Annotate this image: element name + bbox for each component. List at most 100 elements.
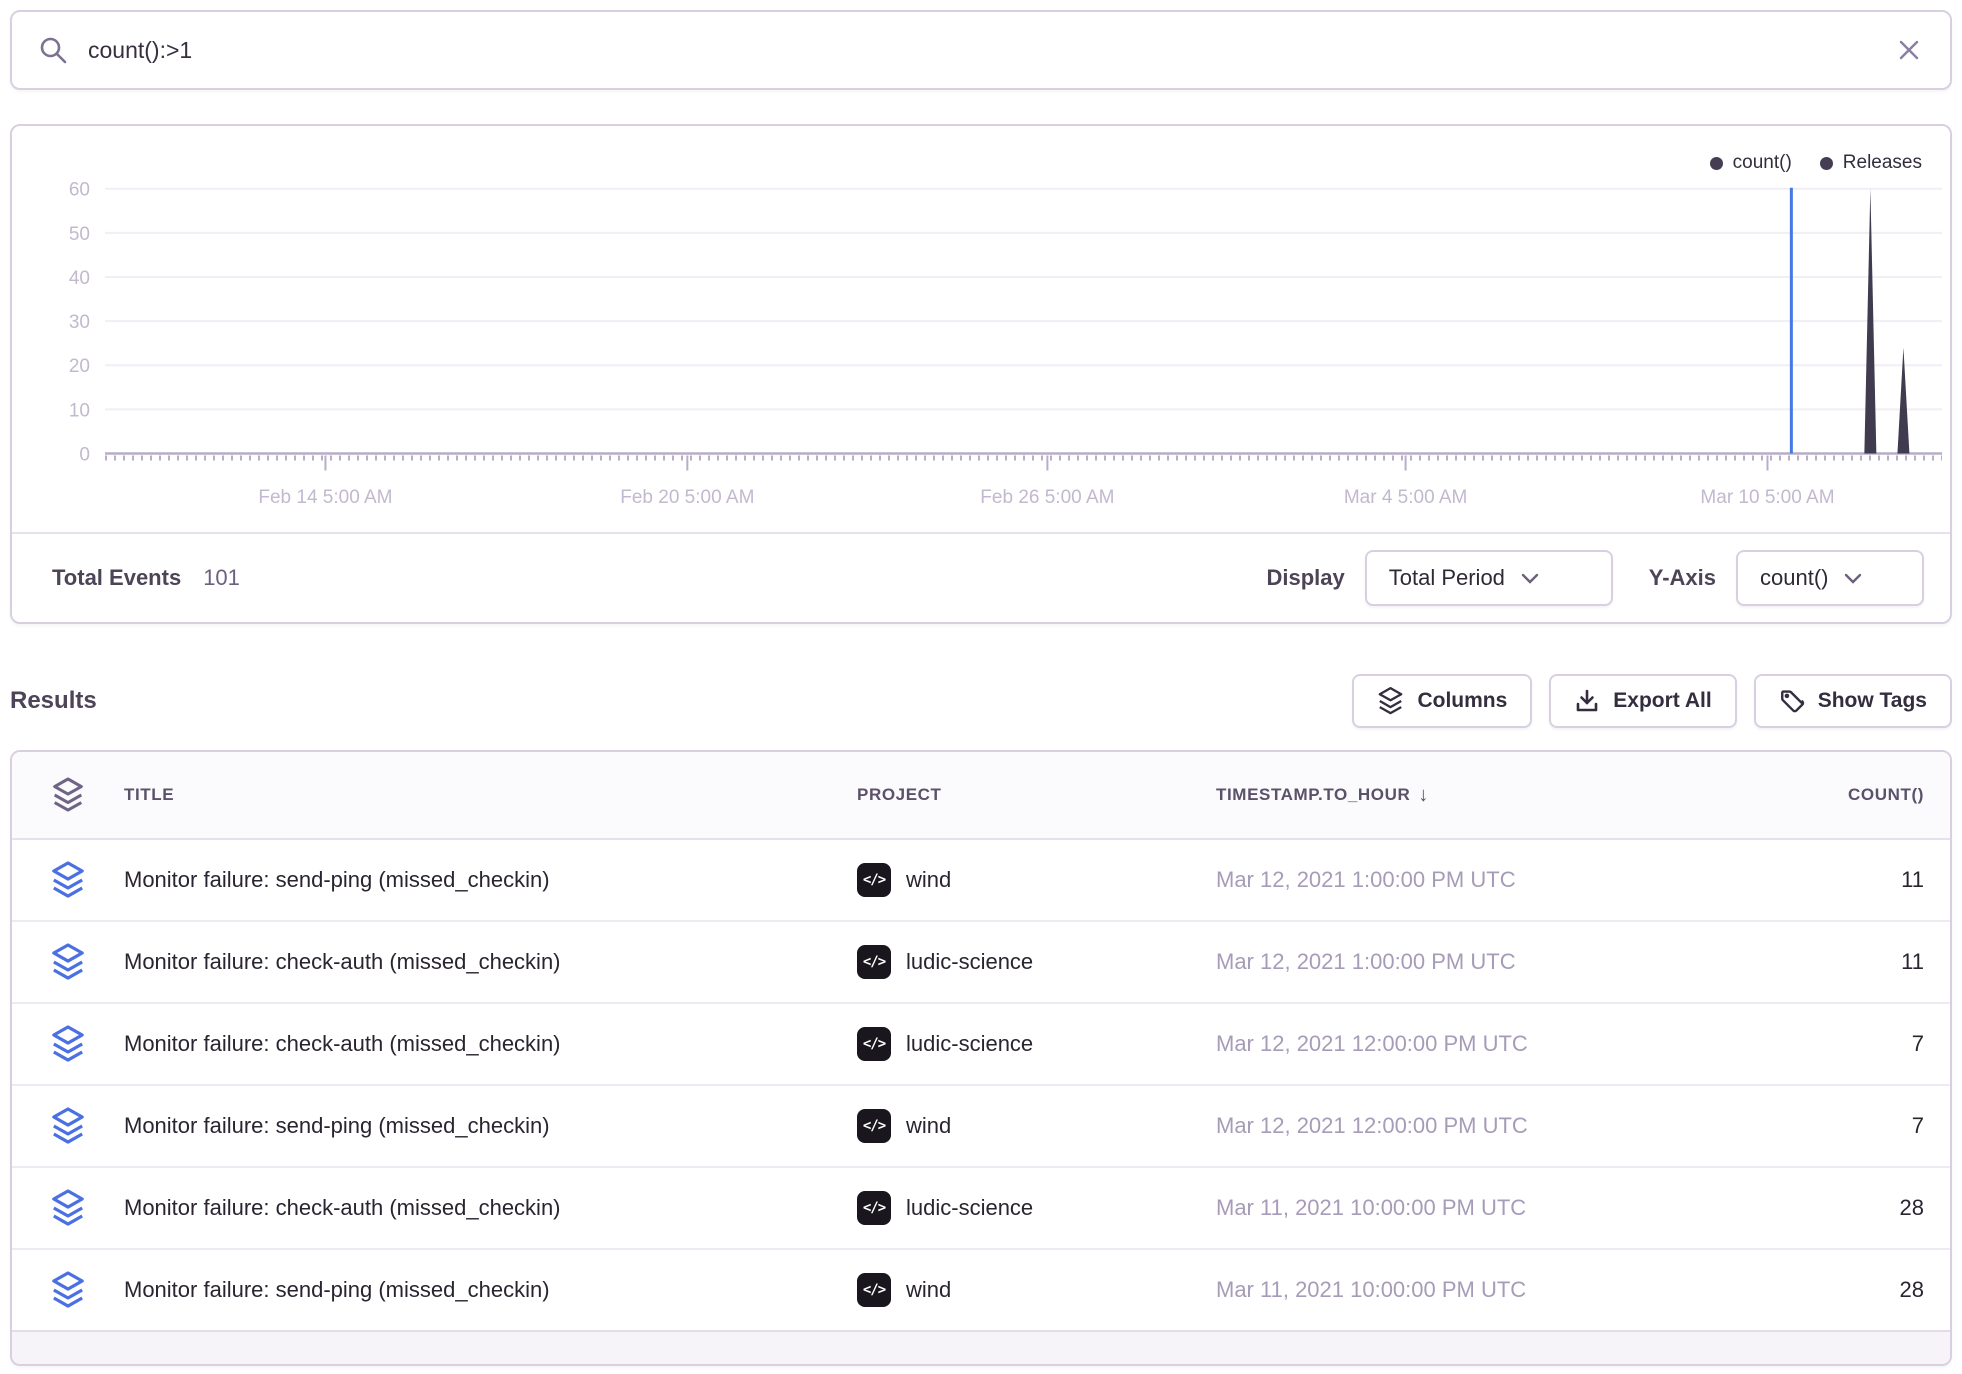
legend-label-releases: Releases	[1843, 152, 1922, 174]
event-title-link[interactable]: Monitor failure: send-ping (missed_check…	[124, 1113, 857, 1139]
table-body: Monitor failure: send-ping (missed_check…	[12, 840, 1950, 1332]
export-all-button-label: Export All	[1613, 689, 1711, 713]
svg-text:Feb 26 5:00 AM: Feb 26 5:00 AM	[980, 487, 1114, 508]
table-footer	[12, 1332, 1950, 1364]
svg-text:Feb 14 5:00 AM: Feb 14 5:00 AM	[258, 487, 392, 508]
results-heading: Results	[10, 687, 97, 715]
svg-text:Feb 20 5:00 AM: Feb 20 5:00 AM	[620, 487, 754, 508]
table-row: Monitor failure: send-ping (missed_check…	[12, 840, 1950, 922]
table-row: Monitor failure: check-auth (missed_chec…	[12, 1168, 1950, 1250]
svg-text:Mar 4 5:00 AM: Mar 4 5:00 AM	[1344, 487, 1468, 508]
svg-text:20: 20	[69, 356, 90, 377]
y-axis-label: Y-Axis	[1649, 565, 1716, 591]
results-actions: Columns Export All Show Tags	[1352, 674, 1952, 728]
column-header-timestamp[interactable]: TIMESTAMP.TO_HOUR ↓	[1216, 784, 1662, 807]
legend-item-releases[interactable]: Releases	[1820, 152, 1922, 174]
search-bar[interactable]: count():>1	[10, 10, 1952, 90]
count-value: 11	[1662, 949, 1950, 975]
event-title-link[interactable]: Monitor failure: send-ping (missed_check…	[124, 867, 857, 893]
project-platform-icon: </>	[857, 1191, 891, 1225]
results-toolbar: Results Columns Export All Show Tags	[10, 672, 1952, 730]
project-platform-icon: </>	[857, 945, 891, 979]
project-cell: </> wind	[857, 1109, 1216, 1143]
search-input[interactable]: count():>1	[88, 37, 1894, 64]
total-events-label: Total Events	[52, 565, 181, 591]
table-row: Monitor failure: check-auth (missed_chec…	[12, 922, 1950, 1004]
timestamp-value: Mar 11, 2021 10:00:00 PM UTC	[1216, 1195, 1662, 1221]
project-cell: </> ludic-science	[857, 1027, 1216, 1061]
show-tags-button-label: Show Tags	[1818, 689, 1927, 713]
event-title-link[interactable]: Monitor failure: check-auth (missed_chec…	[124, 949, 857, 975]
display-label: Display	[1266, 565, 1344, 591]
column-header-count[interactable]: COUNT()	[1662, 785, 1950, 805]
svg-text:10: 10	[69, 400, 90, 421]
legend-dot-count-icon	[1710, 157, 1723, 170]
search-icon	[38, 35, 68, 65]
event-title-link[interactable]: Monitor failure: send-ping (missed_check…	[124, 1277, 857, 1303]
project-platform-icon: </>	[857, 1109, 891, 1143]
svg-text:50: 50	[69, 224, 90, 245]
project-name: ludic-science	[906, 1031, 1033, 1057]
stack-icon	[12, 1106, 124, 1146]
stack-icon	[12, 1024, 124, 1064]
legend-item-count[interactable]: count()	[1710, 152, 1792, 174]
svg-text:0: 0	[79, 445, 90, 466]
project-name: ludic-science	[906, 1195, 1033, 1221]
chart-legend: count() Releases	[1710, 152, 1922, 174]
project-name: ludic-science	[906, 949, 1033, 975]
project-cell: </> wind	[857, 1273, 1216, 1307]
table-header: TITLE PROJECT TIMESTAMP.TO_HOUR ↓ COUNT(…	[12, 752, 1950, 840]
results-table: TITLE PROJECT TIMESTAMP.TO_HOUR ↓ COUNT(…	[10, 750, 1952, 1366]
project-platform-icon: </>	[857, 863, 891, 897]
chart-footer: Total Events 101 Display Total Period Y-…	[12, 532, 1950, 622]
svg-text:Mar 10 5:00 AM: Mar 10 5:00 AM	[1700, 487, 1834, 508]
chevron-down-icon	[1521, 573, 1539, 584]
columns-button-label: Columns	[1417, 689, 1507, 713]
project-name: wind	[906, 1277, 951, 1303]
stack-icon	[12, 1270, 124, 1310]
column-header-title[interactable]: TITLE	[124, 785, 857, 805]
stack-icon	[12, 1188, 124, 1228]
event-title-link[interactable]: Monitor failure: check-auth (missed_chec…	[124, 1195, 857, 1221]
close-icon[interactable]	[1894, 35, 1924, 65]
total-events-value: 101	[203, 565, 240, 591]
display-dropdown-value: Total Period	[1389, 565, 1505, 591]
y-axis-dropdown-value: count()	[1760, 565, 1828, 591]
legend-dot-releases-icon	[1820, 157, 1833, 170]
chevron-down-icon	[1844, 573, 1862, 584]
project-platform-icon: </>	[857, 1273, 891, 1307]
project-platform-icon: </>	[857, 1027, 891, 1061]
column-header-project[interactable]: PROJECT	[857, 785, 1216, 805]
sort-descending-icon: ↓	[1418, 784, 1429, 807]
layers-icon	[1377, 686, 1404, 716]
columns-button[interactable]: Columns	[1352, 674, 1532, 728]
project-name: wind	[906, 867, 951, 893]
events-chart-panel: count() Releases 0 10 20 30 40 50 60 Feb 14 5:0…	[10, 124, 1952, 624]
event-title-link[interactable]: Monitor failure: check-auth (missed_chec…	[124, 1031, 857, 1057]
project-cell: </> wind	[857, 863, 1216, 897]
table-row: Monitor failure: check-auth (missed_chec…	[12, 1004, 1950, 1086]
svg-text:30: 30	[69, 312, 90, 333]
events-area-chart[interactable]: 0 10 20 30 40 50 60 Feb 14 5:00 AM Feb 20 5:00 A…	[12, 126, 1950, 534]
timestamp-value: Mar 11, 2021 10:00:00 PM UTC	[1216, 1277, 1662, 1303]
display-dropdown[interactable]: Total Period	[1365, 550, 1613, 606]
count-value: 11	[1662, 867, 1950, 893]
count-value: 7	[1662, 1113, 1950, 1139]
svg-text:60: 60	[69, 180, 90, 201]
legend-label-count: count()	[1733, 152, 1792, 174]
stack-icon	[12, 942, 124, 982]
project-cell: </> ludic-science	[857, 1191, 1216, 1225]
stack-icon	[12, 776, 124, 814]
svg-text:40: 40	[69, 268, 90, 289]
y-axis-dropdown[interactable]: count()	[1736, 550, 1924, 606]
stack-icon	[12, 860, 124, 900]
project-name: wind	[906, 1113, 951, 1139]
timestamp-value: Mar 12, 2021 12:00:00 PM UTC	[1216, 1113, 1662, 1139]
count-value: 28	[1662, 1195, 1950, 1221]
table-row: Monitor failure: send-ping (missed_check…	[12, 1086, 1950, 1168]
count-value: 28	[1662, 1277, 1950, 1303]
tag-icon	[1779, 688, 1805, 714]
export-all-button[interactable]: Export All	[1549, 674, 1736, 728]
table-row: Monitor failure: send-ping (missed_check…	[12, 1250, 1950, 1332]
show-tags-button[interactable]: Show Tags	[1754, 674, 1952, 728]
